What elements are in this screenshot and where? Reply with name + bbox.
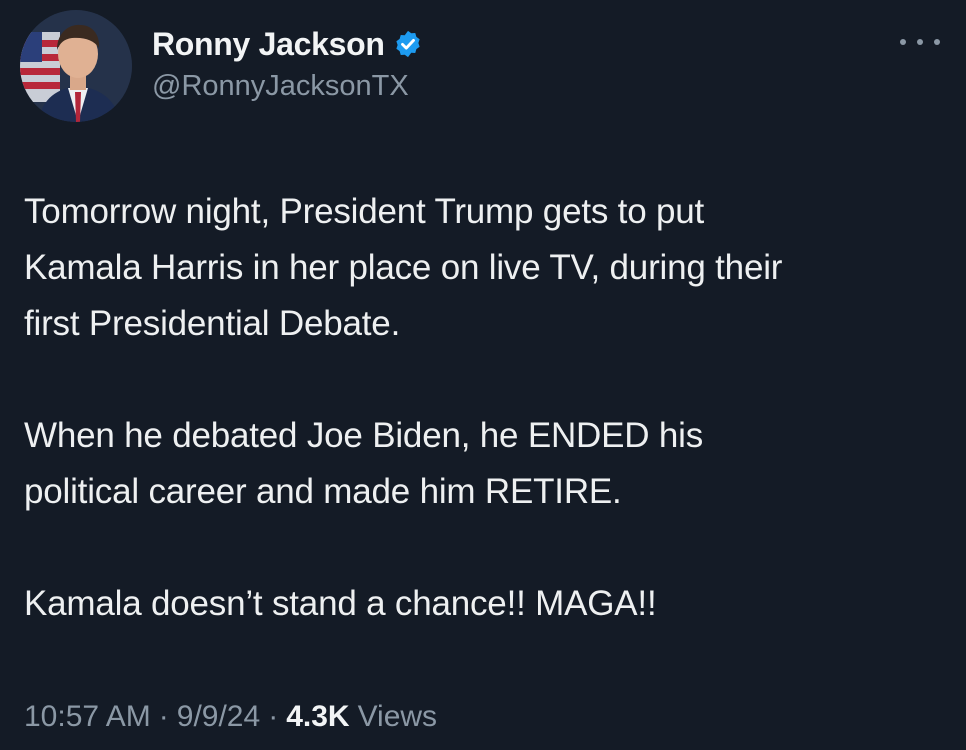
tweet-date[interactable]: 9/9/24 [177,700,260,734]
author-display-name[interactable]: Ronny Jackson [152,26,385,63]
avatar-photo [20,10,132,122]
verified-badge-icon[interactable] [393,29,423,59]
avatar[interactable] [20,10,132,122]
tweet-line: Tomorrow night, President Trump gets to … [24,192,705,231]
tweet-text: Tomorrow night, President Trump gets to … [24,184,954,632]
meta-separator: · [268,700,279,733]
meta-separator: · [158,700,169,733]
tweet-meta: 10:57 AM · 9/9/24 · 4.3K Views [24,700,437,734]
tweet-line: first Presidential Debate. [24,304,401,343]
tweet-line: Kamala doesn’t stand a chance!! MAGA!! [24,584,657,623]
views-count[interactable]: 4.3K [286,700,349,734]
more-dot [900,39,906,45]
more-dot [934,39,940,45]
views-label[interactable]: Views [358,700,437,734]
tweet-line: political career and made him RETIRE. [24,472,622,511]
tweet-card: Ronny Jackson @RonnyJacksonTX Tomorrow n… [0,0,966,750]
more-dot [917,39,923,45]
tweet-line: When he debated Joe Biden, he ENDED his [24,416,704,455]
more-horizontal-icon[interactable] [900,30,940,54]
tweet-line: Kamala Harris in her place on live TV, d… [24,248,783,287]
author-handle[interactable]: @RonnyJacksonTX [152,70,409,103]
author-row: Ronny Jackson [152,22,423,66]
tweet-time[interactable]: 10:57 AM [24,700,151,734]
